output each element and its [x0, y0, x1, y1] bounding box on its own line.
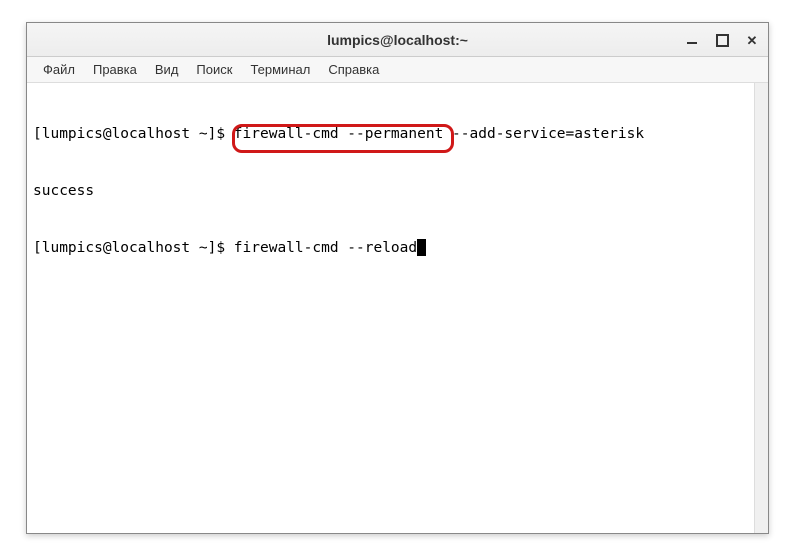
window-title: lumpics@localhost:~: [327, 32, 468, 48]
terminal-area[interactable]: [lumpics@localhost ~]$ firewall-cmd --pe…: [27, 83, 768, 533]
window-controls: [684, 23, 760, 57]
titlebar[interactable]: lumpics@localhost:~: [27, 23, 768, 57]
prompt-text: [lumpics@localhost ~]$: [33, 126, 234, 142]
scrollbar[interactable]: [754, 83, 768, 533]
menu-edit[interactable]: Правка: [85, 60, 145, 79]
menubar: Файл Правка Вид Поиск Терминал Справка: [27, 57, 768, 83]
command-text: firewall-cmd --reload: [234, 240, 417, 256]
terminal-line: [lumpics@localhost ~]$ firewall-cmd --pe…: [33, 125, 762, 144]
terminal-cursor: [417, 239, 426, 256]
menu-file[interactable]: Файл: [35, 60, 83, 79]
maximize-icon[interactable]: [714, 32, 730, 48]
menu-view[interactable]: Вид: [147, 60, 187, 79]
menu-terminal[interactable]: Терминал: [242, 60, 318, 79]
terminal-line: [lumpics@localhost ~]$ firewall-cmd --re…: [33, 239, 762, 258]
prompt-text: [lumpics@localhost ~]$: [33, 240, 234, 256]
menu-search[interactable]: Поиск: [188, 60, 240, 79]
terminal-line: success: [33, 182, 762, 201]
close-icon[interactable]: [744, 32, 760, 48]
terminal-window: lumpics@localhost:~ Файл Правка Вид Поис…: [26, 22, 769, 534]
minimize-icon[interactable]: [684, 32, 700, 48]
menu-help[interactable]: Справка: [320, 60, 387, 79]
command-text: firewall-cmd --permanent --add-service=a…: [234, 126, 644, 142]
output-text: success: [33, 183, 94, 199]
